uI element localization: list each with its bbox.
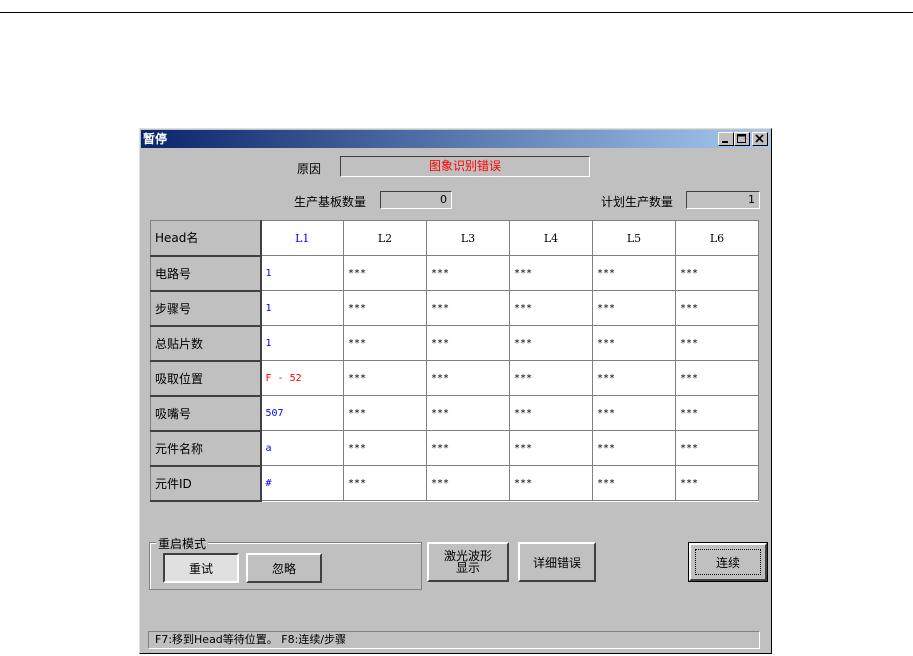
ignore-button[interactable]: 忽略: [246, 553, 322, 583]
column-header-l3[interactable]: L3: [426, 220, 510, 256]
status-bar: F7:移到Head等待位置。 F8:连续/步骤: [148, 631, 760, 649]
corner-header: Head名: [150, 220, 262, 257]
detail-error-label: 详细错误: [532, 555, 581, 570]
table-cell: a: [260, 430, 344, 466]
table-cell: 1: [260, 255, 344, 291]
table-cell: ***: [426, 290, 510, 326]
detail-error-button[interactable]: 详细错误: [518, 542, 596, 582]
table-cell: ***: [592, 255, 676, 291]
minimize-button[interactable]: [718, 132, 734, 146]
table-row: 步骤号 1 *** *** *** *** ***: [150, 290, 759, 327]
table-cell: ***: [426, 325, 510, 361]
table-row: 吸嘴号 507 *** *** *** *** ***: [150, 395, 759, 432]
board-count-field: 0: [380, 191, 452, 209]
table-cell: F - 52: [260, 360, 344, 396]
plan-count-field: 1: [686, 191, 760, 209]
table-row: 元件名称 a *** *** *** *** ***: [150, 430, 759, 467]
reason-field: 图象识别错误: [340, 156, 590, 177]
laser-waveform-line2: 显示: [455, 561, 480, 575]
table-cell: 1: [260, 325, 344, 361]
table-row: 电路号 1 *** *** *** *** ***: [150, 255, 759, 292]
board-count-value: 0: [440, 193, 447, 206]
reason-value: 图象识别错误: [428, 159, 501, 173]
row-header-component-id: 元件ID: [150, 465, 262, 502]
reason-label: 原因: [297, 162, 322, 176]
table-cell: ***: [343, 325, 427, 361]
table-row: 元件ID # *** *** *** *** ***: [150, 465, 759, 502]
table-cell: ***: [343, 465, 427, 501]
title-bar[interactable]: 暂停: [141, 130, 770, 148]
table-cell: 1: [260, 290, 344, 326]
table-cell: ***: [509, 325, 593, 361]
table-cell: ***: [675, 430, 759, 466]
row-header-total-placements: 总贴片数: [150, 325, 262, 362]
table-cell: ***: [509, 430, 593, 466]
table-cell: ***: [509, 360, 593, 396]
table-cell: ***: [426, 465, 510, 501]
maximize-icon: [737, 134, 746, 143]
minimize-icon: [722, 141, 728, 143]
laser-waveform-button[interactable]: 激光波形 显示: [427, 542, 509, 582]
column-header-l6[interactable]: L6: [675, 220, 759, 256]
table-cell: ***: [343, 395, 427, 431]
table-cell: ***: [426, 255, 510, 291]
table-cell: ***: [426, 395, 510, 431]
table-cell: ***: [675, 290, 759, 326]
table-cell: ***: [592, 465, 676, 501]
table-row: 吸取位置 F - 52 *** *** *** *** ***: [150, 360, 759, 397]
row-header-step: 步骤号: [150, 290, 262, 327]
column-header-l5[interactable]: L5: [592, 220, 676, 256]
table-cell: ***: [343, 430, 427, 466]
restart-mode-label: 重启模式: [156, 535, 209, 552]
table-cell: 507: [260, 395, 344, 431]
top-divider: [0, 12, 913, 13]
column-header-l1[interactable]: L1: [260, 220, 344, 256]
retry-button[interactable]: 重试: [163, 553, 239, 583]
row-header-circuit: 电路号: [150, 255, 262, 292]
table-cell: ***: [426, 360, 510, 396]
row-header-nozzle: 吸嘴号: [150, 395, 262, 432]
close-button[interactable]: [752, 132, 768, 146]
retry-label: 重试: [188, 561, 213, 576]
status-text: F7:移到Head等待位置。 F8:连续/步骤: [155, 633, 347, 646]
continue-button[interactable]: 连续: [688, 542, 768, 582]
row-header-pick-position: 吸取位置: [150, 360, 262, 397]
focus-rect: [695, 549, 761, 575]
table-cell: ***: [592, 395, 676, 431]
table-cell: ***: [509, 290, 593, 326]
table-cell: ***: [426, 430, 510, 466]
plan-count-label: 计划生产数量: [601, 195, 674, 209]
table-cell: ***: [675, 395, 759, 431]
column-header-l2[interactable]: L2: [343, 220, 427, 256]
table-cell: ***: [509, 465, 593, 501]
head-info-table: Head名 L1 L2 L3 L4 L5 L6 电路号 1 *** *** **…: [150, 220, 759, 502]
column-header-l4[interactable]: L4: [509, 220, 593, 256]
close-icon: [755, 134, 764, 143]
table-cell: ***: [343, 360, 427, 396]
table-cell: ***: [675, 325, 759, 361]
maximize-button[interactable]: [734, 132, 750, 146]
table-header-row: Head名 L1 L2 L3 L4 L5 L6: [150, 220, 759, 257]
table-cell: ***: [592, 430, 676, 466]
window-controls: [718, 132, 768, 146]
table-cell: ***: [592, 325, 676, 361]
table-cell: ***: [675, 255, 759, 291]
table-row: 总贴片数 1 *** *** *** *** ***: [150, 325, 759, 362]
table-cell: ***: [343, 290, 427, 326]
table-cell: ***: [592, 360, 676, 396]
table-cell: ***: [675, 465, 759, 501]
table-cell: #: [260, 465, 344, 501]
table-cell: ***: [675, 360, 759, 396]
ignore-label: 忽略: [271, 561, 296, 576]
restart-mode-group: 重启模式 重试 忽略: [149, 535, 422, 590]
board-count-label: 生产基板数量: [294, 195, 367, 209]
table-cell: ***: [509, 395, 593, 431]
plan-count-value: 1: [748, 193, 755, 206]
table-cell: ***: [592, 290, 676, 326]
table-cell: ***: [509, 255, 593, 291]
table-cell: ***: [343, 255, 427, 291]
row-header-component-name: 元件名称: [150, 430, 262, 467]
pause-dialog: 暂停 原因 图象识别错误 生产基板数量 0 计划生产数量 1 Head名 L1: [139, 128, 772, 654]
dialog-title: 暂停: [143, 132, 168, 146]
